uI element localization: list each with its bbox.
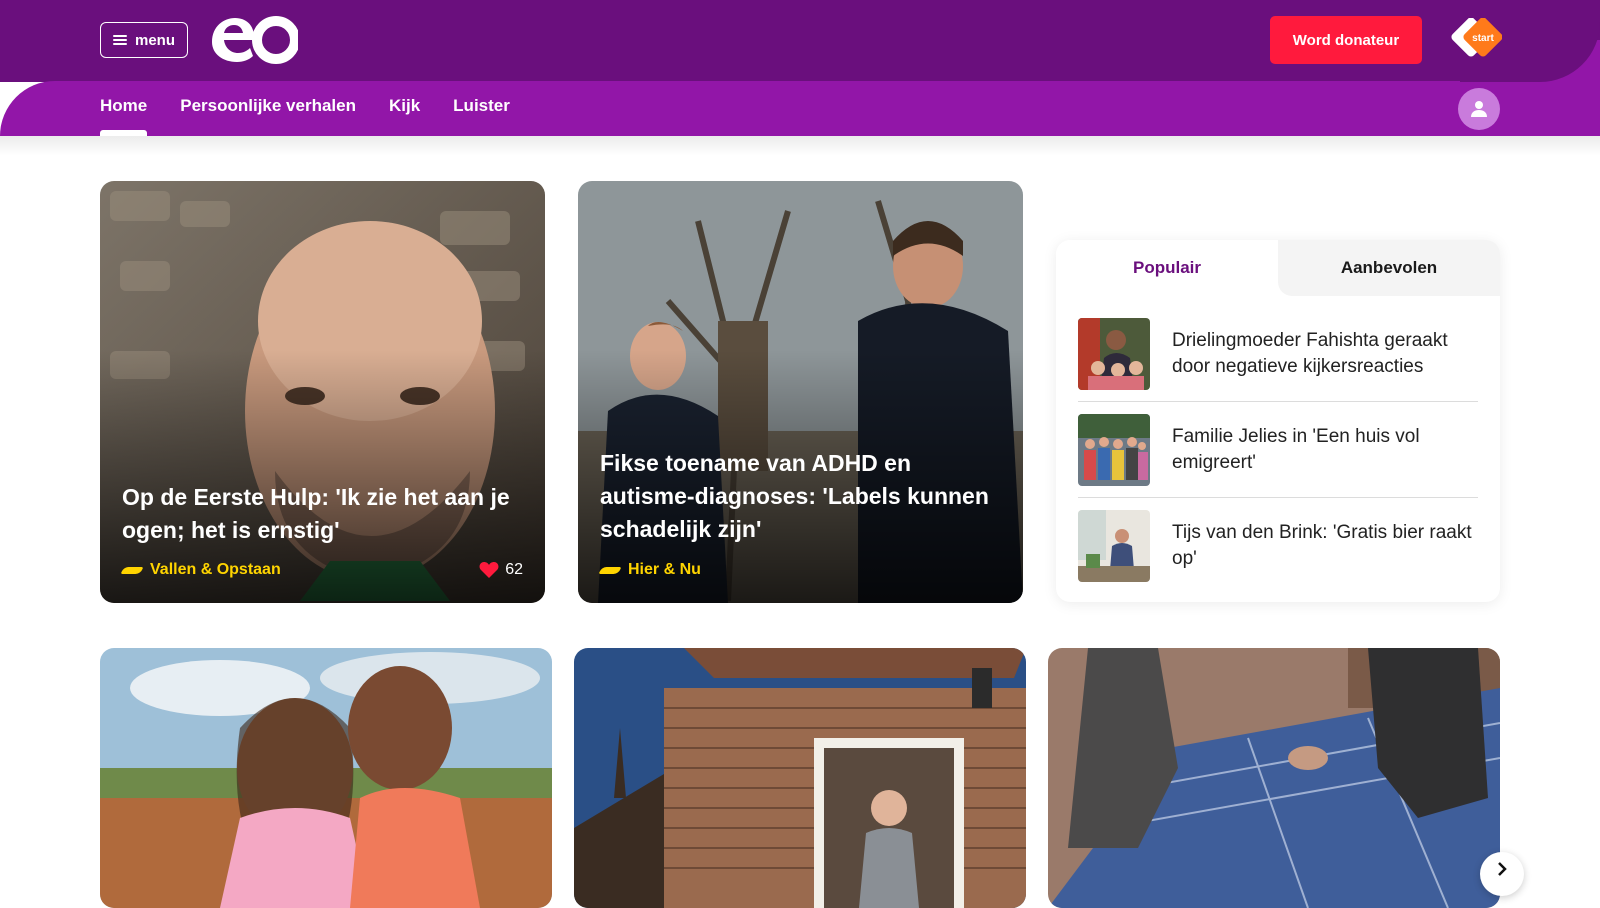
eo-logo[interactable] [208,12,300,73]
npo-start-logo[interactable]: start [1446,17,1503,67]
user-account-button[interactable] [1458,88,1500,130]
category-label: Vallen & Opstaan [150,561,281,578]
article-image [574,648,1026,908]
tab-aanbevolen[interactable]: Aanbevolen [1278,240,1500,296]
article-card[interactable] [100,648,552,908]
nav-item-kijk[interactable]: Kijk [389,96,420,136]
divider [1078,401,1478,402]
popular-item-title: Drielingmoeder Fahishta geraakt door neg… [1172,330,1448,377]
nav-item-luister[interactable]: Luister [453,96,510,136]
popular-item[interactable]: Drielingmoeder Fahishta geraakt door neg… [1078,318,1478,390]
popular-item[interactable]: Tijs van den Brink: 'Gratis bier raakt o… [1078,510,1478,582]
popular-thumbnail [1078,414,1150,486]
nav-item-home[interactable]: Home [100,96,148,136]
menu-button[interactable]: menu [100,22,188,58]
user-icon [1471,101,1487,117]
donate-label: Word donateur [1292,31,1400,49]
header-shadow [0,136,1600,156]
featured-article-card[interactable]: Op de Eerste Hulp: 'Ik zie het aan je og… [100,181,545,603]
like-count: 62 [505,561,523,578]
divider [1078,497,1478,498]
primary-nav: Home Persoonlijke verhalen Kijk Luister [100,96,510,136]
category-swoosh-icon [120,566,144,574]
card-title: Fikse toename van ADHD en autisme-diagno… [600,450,989,542]
article-card[interactable] [574,648,1026,908]
card-category[interactable]: Vallen & Opstaan [120,561,281,579]
popular-thumbnail [1078,318,1150,390]
article-card[interactable] [1048,648,1500,908]
popular-thumbnail [1078,510,1150,582]
popular-item-title: Familie Jelies in 'Een huis vol emigreer… [1172,426,1420,473]
card-title: Op de Eerste Hulp: 'Ik zie het aan je og… [122,484,510,543]
featured-article-card[interactable]: Fikse toename van ADHD en autisme-diagno… [578,181,1023,603]
popular-item-title: Tijs van den Brink: 'Gratis bier raakt o… [1172,522,1472,569]
hamburger-icon [112,35,127,45]
like-counter[interactable]: 62 [479,561,523,579]
popular-recommended-panel: Populair Aanbevolen Drielingmoeder Fahis… [1056,240,1500,602]
donate-button[interactable]: Word donateur [1270,16,1422,64]
tab-populair[interactable]: Populair [1056,240,1278,296]
carousel-next-button[interactable] [1480,852,1524,896]
article-image [100,648,552,908]
article-image [1048,648,1500,908]
card-category[interactable]: Hier & Nu [598,561,701,579]
panel-tabs: Populair Aanbevolen [1056,240,1500,296]
chevron-right-icon [1498,862,1507,876]
nav-item-persoonlijke-verhalen[interactable]: Persoonlijke verhalen [180,96,356,136]
popular-item[interactable]: Familie Jelies in 'Een huis vol emigreer… [1078,414,1478,486]
npo-label: start [1472,33,1494,44]
category-swoosh-icon [598,566,622,574]
heart-icon [479,562,499,578]
menu-label: menu [134,31,175,49]
category-label: Hier & Nu [628,561,701,578]
